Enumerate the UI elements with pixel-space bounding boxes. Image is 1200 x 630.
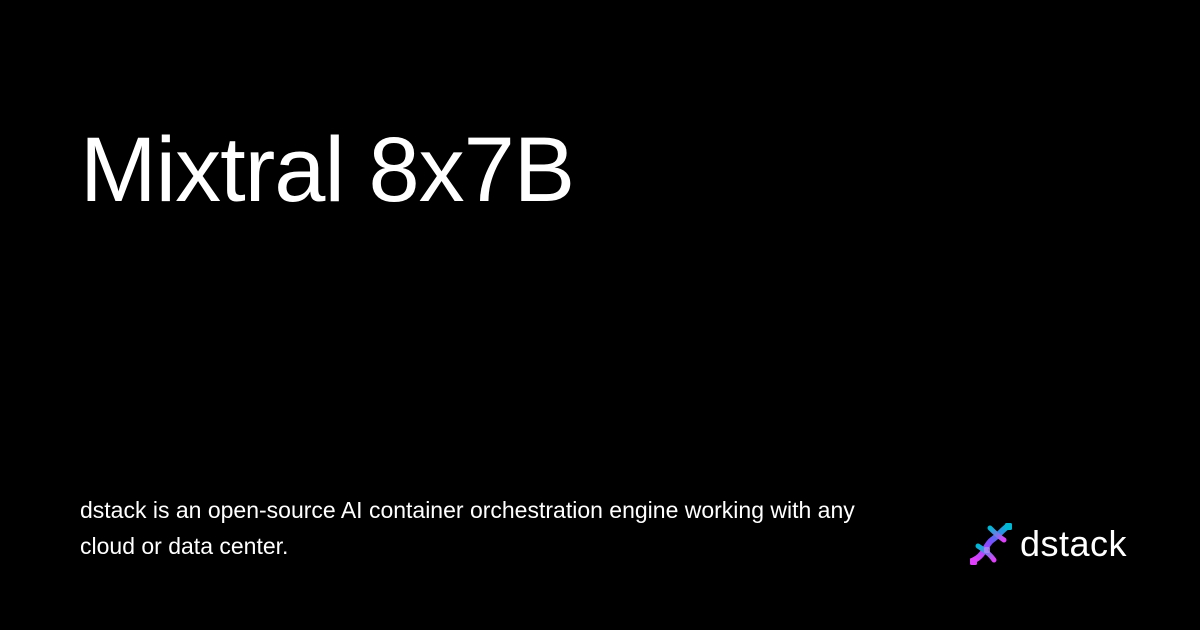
brand-name: dstack: [1020, 523, 1128, 564]
dstack-logo-icon: [970, 523, 1012, 565]
brand-logo: dstack: [968, 518, 1127, 570]
social-card: Mixtral 8x7B dstack is an open-source AI…: [0, 0, 1200, 630]
page-title: Mixtral 8x7B: [80, 119, 575, 221]
description-text: dstack is an open-source AI container or…: [80, 497, 855, 559]
